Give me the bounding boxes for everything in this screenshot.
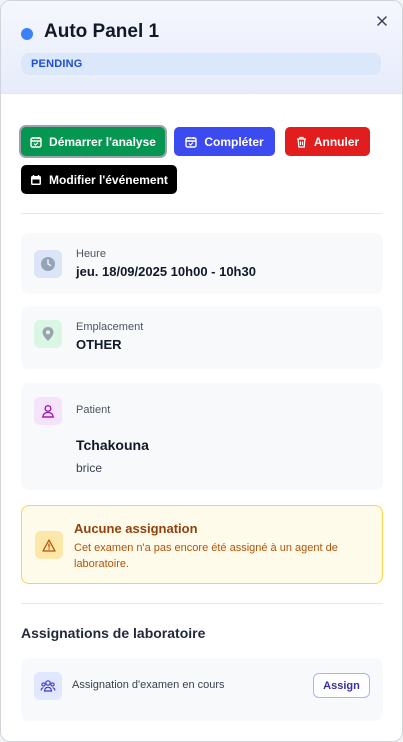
- patient-card: Patient Tchakouna brice: [21, 383, 383, 490]
- divider: [21, 213, 383, 214]
- calendar-icon: [31, 174, 42, 185]
- close-button[interactable]: [373, 12, 391, 30]
- cancel-label: Annuler: [313, 134, 360, 149]
- location-value: OTHER: [76, 337, 122, 352]
- start-analysis-button[interactable]: Démarrer l'analyse: [21, 127, 165, 156]
- complete-label: Compléter: [204, 134, 264, 149]
- close-icon: [377, 16, 387, 26]
- cancel-button[interactable]: Annuler: [285, 127, 370, 156]
- assign-button[interactable]: Assign: [313, 673, 370, 698]
- start-analysis-label: Démarrer l'analyse: [49, 134, 156, 149]
- trash-icon: [296, 136, 306, 148]
- no-assignment-alert: Aucune assignation Cet examen n'a pas en…: [21, 505, 383, 584]
- panel-header: Auto Panel 1 PENDING: [1, 1, 402, 94]
- alert-title: Aucune assignation: [74, 521, 198, 536]
- location-icon-box: [34, 320, 62, 348]
- edit-event-button[interactable]: Modifier l'événement: [21, 165, 177, 194]
- alert-icon-box: [35, 531, 63, 559]
- time-icon-box: [34, 250, 62, 278]
- patient-first-name: brice: [76, 461, 103, 475]
- time-card: Heure jeu. 18/09/2025 10h00 - 10h30: [21, 233, 383, 294]
- patient-name: Tchakouna: [76, 437, 149, 453]
- event-detail-panel: Auto Panel 1 PENDING Démarrer l'analyse …: [0, 0, 403, 742]
- assignment-card: Assignation d'examen en cours Assign: [21, 658, 383, 721]
- patient-icon-box: [34, 397, 62, 425]
- complete-button[interactable]: Compléter: [174, 127, 275, 156]
- location-card: Emplacement OTHER: [21, 306, 383, 369]
- assignment-label: Assignation d'examen en cours: [72, 679, 225, 691]
- page-title: Auto Panel 1: [44, 21, 160, 42]
- calendar-check-icon: [185, 136, 198, 148]
- location-label: Emplacement: [76, 321, 144, 333]
- time-label: Heure: [76, 248, 106, 260]
- status-badge: PENDING: [21, 53, 381, 75]
- patient-label: Patient: [76, 404, 111, 416]
- divider: [21, 603, 383, 604]
- alert-text: Cet examen n'a pas encore été assigné à …: [74, 542, 338, 570]
- clock-icon: [41, 257, 55, 271]
- warning-icon: [42, 538, 56, 552]
- assignment-icon-box: [34, 672, 62, 700]
- map-pin-icon: [42, 327, 54, 341]
- calendar-check-icon: [30, 136, 42, 148]
- edit-event-label: Modifier l'événement: [49, 172, 168, 187]
- time-value: jeu. 18/09/2025 10h00 - 10h30: [76, 264, 256, 279]
- status-dot: [21, 28, 33, 40]
- user-icon: [42, 405, 54, 418]
- lab-assignments-title: Assignations de laboratoire: [21, 625, 206, 641]
- users-icon: [40, 680, 56, 692]
